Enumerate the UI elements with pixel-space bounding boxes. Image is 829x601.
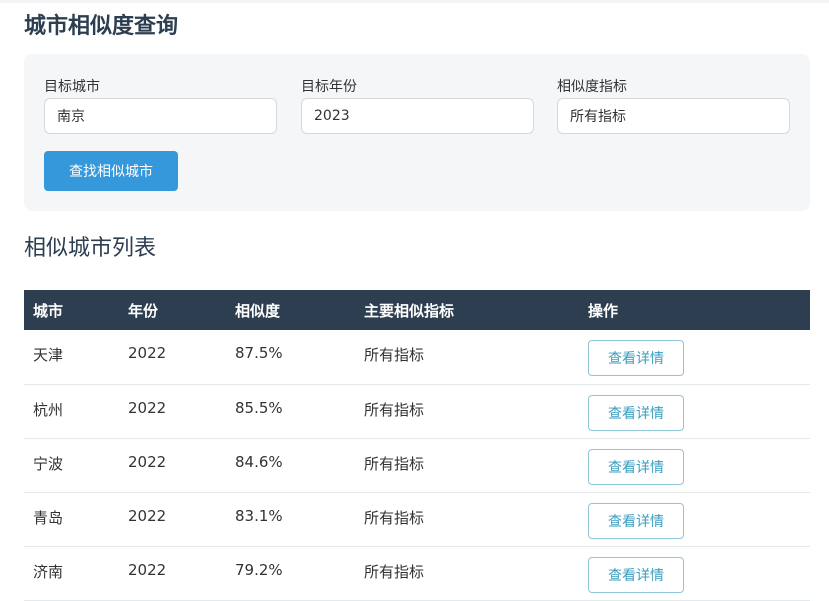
similarity-cell: 83.1% [235,506,283,525]
table-row: 济南 2022 79.2% 所有指标 查看详情 [24,546,810,600]
city-cell: 济南 [33,562,64,581]
column-header-similarity: 相似度 [235,301,281,320]
header-row: 城市 年份 相似度 主要相似指标 操作 [24,290,810,330]
target-year-input[interactable] [301,98,534,134]
indicator-cell: 所有指标 [364,454,425,473]
table-row: 青岛 2022 83.1% 所有指标 查看详情 [24,492,810,546]
view-details-button[interactable]: 查看详情 [588,448,684,485]
table-body: 天津 2022 87.5% 所有指标 查看详情 杭州 2022 85.5% 所有… [24,330,810,600]
indicator-cell: 所有指标 [364,508,425,527]
table-header: 城市 年份 相似度 主要相似指标 操作 [24,290,810,330]
city-cell: 杭州 [33,400,64,419]
indicator-cell: 所有指标 [364,562,425,581]
table-row: 天津 2022 87.5% 所有指标 查看详情 [24,330,810,384]
year-cell: 2022 [128,452,167,471]
year-cell: 2022 [128,506,167,525]
similarity-cell: 84.6% [235,452,283,471]
results-title: 相似城市列表 [24,236,157,261]
results-table: 城市 年份 相似度 主要相似指标 操作 天津 2022 87.5% 所有指标 查… [24,290,810,601]
view-details-button[interactable]: 查看详情 [588,394,684,431]
action-cell: 查看详情 [579,438,810,492]
indicator-cell: 所有指标 [364,400,425,419]
action-cell: 查看详情 [579,546,810,600]
column-header-action: 操作 [588,301,619,320]
similarity-metric-label: 相似度指标 [557,79,627,95]
similarity-cell: 79.2% [235,560,283,579]
action-cell: 查看详情 [579,492,810,546]
action-cell: 查看详情 [579,384,810,438]
page: 城市相似度查询 目标城市 目标年份 相似度指标 查找相似城市 相似城市列表 城市… [0,0,829,601]
city-cell: 天津 [33,346,64,364]
column-header-indicator: 主要相似指标 [364,301,455,320]
search-form: 目标城市 目标年份 相似度指标 查找相似城市 [24,54,810,211]
target-city-input[interactable] [44,98,277,134]
target-city-label: 目标城市 [44,79,100,95]
view-details-button[interactable]: 查看详情 [588,556,684,593]
city-cell: 宁波 [33,454,64,473]
find-similar-cities-button[interactable]: 查找相似城市 [44,151,178,191]
table-row: 杭州 2022 85.5% 所有指标 查看详情 [24,384,810,438]
column-header-city: 城市 [33,301,64,320]
similarity-cell: 85.5% [235,398,283,417]
year-cell: 2022 [128,344,167,362]
action-cell: 查看详情 [579,330,810,384]
target-year-label: 目标年份 [301,79,357,95]
similarity-metric-input[interactable] [557,98,790,134]
indicator-cell: 所有指标 [364,346,425,364]
view-details-button[interactable]: 查看详情 [588,502,684,539]
page-title: 城市相似度查询 [24,14,179,39]
top-strip [0,0,829,3]
year-cell: 2022 [128,560,167,579]
view-details-button[interactable]: 查看详情 [588,340,684,376]
year-cell: 2022 [128,398,167,417]
table-row: 宁波 2022 84.6% 所有指标 查看详情 [24,438,810,492]
similarity-cell: 87.5% [235,344,283,362]
city-cell: 青岛 [33,508,64,527]
column-header-year: 年份 [128,301,159,320]
